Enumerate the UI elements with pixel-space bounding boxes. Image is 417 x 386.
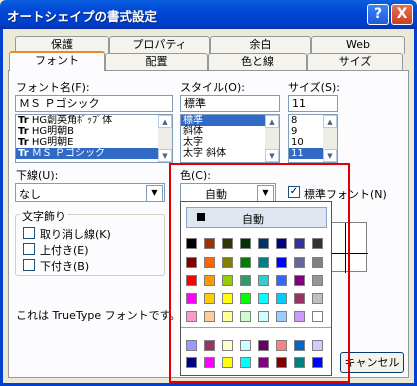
scroll-down-icon[interactable]: ▼ (158, 149, 172, 162)
scroll-up-icon[interactable]: ▲ (265, 115, 279, 128)
scroll-down-icon[interactable]: ▼ (265, 149, 279, 162)
scroll-up-icon[interactable]: ▲ (158, 115, 172, 128)
tab-web[interactable]: Web (311, 36, 405, 54)
list-item[interactable]: Tr HG明朝E (16, 137, 172, 148)
scrollbar[interactable]: ▲ ▼ (265, 115, 279, 162)
subscript-checkbox[interactable] (23, 259, 35, 271)
font-name-label: フォント名(F): (16, 81, 90, 94)
tab-colors-lines[interactable]: 色と線 (208, 53, 307, 71)
tab-alignment[interactable]: 配置 (105, 53, 208, 71)
strikethrough-checkbox[interactable] (23, 227, 35, 239)
effects-group-label: 文字飾り (20, 208, 68, 224)
underline-label: 下線(U): (16, 169, 59, 182)
tab-font[interactable]: フォント (9, 51, 105, 71)
tab-margins[interactable]: 余白 (210, 36, 311, 54)
list-item-selected[interactable]: Tr ＭＳ Ｐゴシック (16, 148, 172, 159)
truetype-icon: Tr (18, 148, 29, 159)
style-label: スタイル(O): (180, 81, 245, 94)
highlight-box (169, 163, 350, 383)
style-list[interactable]: 標準 斜体 太字 太字 斜体 ▲ ▼ (180, 114, 280, 163)
scrollbar[interactable]: ▲ ▼ (323, 115, 337, 162)
chevron-down-icon[interactable]: ▼ (146, 185, 163, 202)
size-input[interactable]: 11 (288, 95, 338, 112)
font-name-input[interactable]: ＭＳ Ｐゴシック (15, 95, 173, 112)
superscript-checkbox[interactable] (23, 243, 35, 255)
subscript-label: 下付き(B) (40, 260, 90, 273)
scroll-down-icon[interactable]: ▼ (323, 149, 337, 162)
strikethrough-label: 取り消し線(K) (40, 228, 111, 241)
tab-size[interactable]: サイズ (307, 53, 403, 71)
size-label: サイズ(S): (288, 81, 340, 94)
font-name-list[interactable]: Tr HG創英角ﾎﾟｯﾌﾟ体 Tr HG明朝B Tr HG明朝E Tr ＭＳ Ｐ… (15, 114, 173, 163)
close-button[interactable]: X (391, 4, 413, 25)
superscript-label: 上付き(E) (40, 244, 89, 257)
help-button[interactable]: ? (367, 4, 389, 25)
info-text: これは TrueType フォントです。 (16, 309, 181, 322)
tab-properties[interactable]: プロパティ (109, 36, 210, 54)
truetype-icon: Tr (18, 115, 29, 126)
truetype-icon: Tr (18, 126, 29, 137)
list-item[interactable]: Tr HG明朝B (16, 126, 172, 137)
window-title: オートシェイプの書式設定 (7, 9, 158, 24)
style-input[interactable]: 標準 (180, 95, 280, 112)
scrollbar[interactable]: ▲ ▼ (158, 115, 172, 162)
underline-select[interactable]: なし ▼ (15, 183, 165, 202)
scroll-up-icon[interactable]: ▲ (323, 115, 337, 128)
truetype-icon: Tr (18, 137, 29, 148)
underline-value: なし (19, 188, 41, 201)
list-item[interactable]: Tr HG創英角ﾎﾟｯﾌﾟ体 (16, 115, 172, 126)
size-list[interactable]: 8 9 10 11 ▲ ▼ (288, 114, 338, 163)
